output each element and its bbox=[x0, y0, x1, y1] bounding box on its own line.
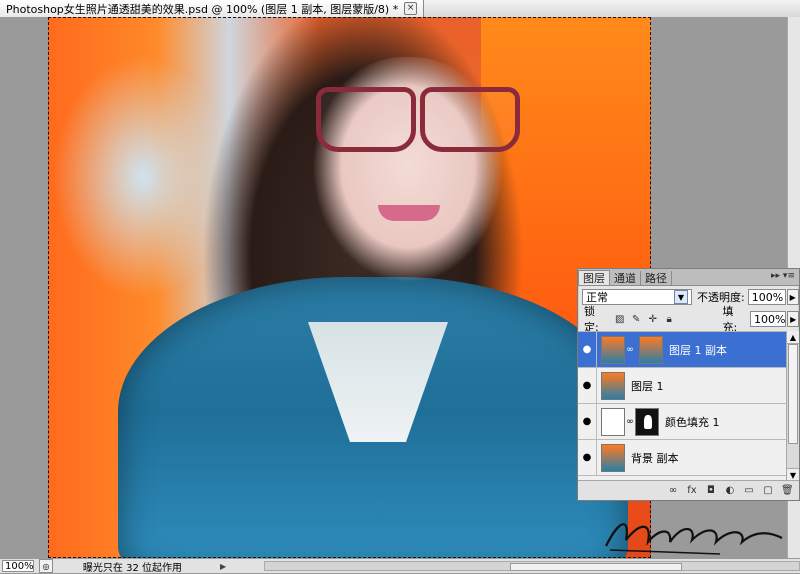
layer-row[interactable]: ● ∞ 图层 1 副本 bbox=[578, 332, 786, 368]
link-icon[interactable]: ∞ bbox=[625, 417, 635, 427]
close-icon[interactable]: × bbox=[404, 2, 418, 15]
status-info-icon[interactable]: ◎ bbox=[39, 559, 53, 573]
scroll-thumb[interactable] bbox=[509, 563, 682, 571]
link-layers-icon[interactable]: ∞ bbox=[667, 485, 679, 496]
eye-icon[interactable]: ● bbox=[578, 368, 597, 403]
lock-all-icon[interactable]: 🔒︎ bbox=[664, 314, 674, 325]
trash-icon[interactable]: 🗑︎ bbox=[781, 485, 794, 496]
fill-layer-thumbnail bbox=[601, 407, 625, 436]
layer-name: 颜色填充 1 bbox=[665, 415, 720, 429]
layer-mask-thumbnail[interactable] bbox=[639, 335, 663, 364]
glasses-right-lens bbox=[420, 87, 520, 152]
layers-panel: 图层 通道 路径 ▸▸ ▾≡ 正常 ▼ 不透明度: 100% ▶ 锁定: ▨ ✎… bbox=[577, 268, 800, 501]
tab-paths[interactable]: 路径 bbox=[641, 271, 672, 285]
panel-menu-icon[interactable]: ▸▸ ▾≡ bbox=[771, 271, 795, 281]
layer-thumbnail bbox=[601, 335, 625, 364]
link-icon[interactable]: ∞ bbox=[625, 345, 635, 355]
photo-canvas[interactable] bbox=[48, 17, 651, 558]
panel-footer: ∞ fx ◘ ◐ ▭ ▢ 🗑︎ bbox=[578, 480, 799, 500]
opacity-slider-arrow[interactable]: ▶ bbox=[786, 289, 799, 305]
new-group-icon[interactable]: ▭ bbox=[743, 485, 755, 496]
lock-brush-icon[interactable]: ✎ bbox=[631, 314, 641, 325]
layer-name: 图层 1 副本 bbox=[669, 343, 727, 357]
document-tab-title: Photoshop女生照片通透甜美的效果.psd @ 100% (图层 1 副本… bbox=[6, 2, 399, 16]
panel-tabs: 图层 通道 路径 ▸▸ ▾≡ bbox=[578, 269, 799, 286]
layer-thumbnail bbox=[601, 371, 625, 400]
document-tab[interactable]: Photoshop女生照片通透甜美的效果.psd @ 100% (图层 1 副本… bbox=[0, 0, 425, 17]
lock-fill-row: 锁定: ▨ ✎ ✛ 🔒︎ 填充: 100% ▶ bbox=[578, 305, 799, 334]
status-info-text: 曝光只在 32 位起作用 bbox=[82, 562, 182, 574]
glasses-left-lens bbox=[316, 87, 416, 152]
new-layer-icon[interactable]: ▢ bbox=[762, 485, 774, 496]
layer-thumbnail bbox=[601, 443, 625, 472]
lock-move-icon[interactable]: ✛ bbox=[647, 314, 657, 325]
layer-list-scrollbar[interactable]: ▲ ▼ bbox=[786, 331, 799, 481]
layer-name: 图层 1 bbox=[631, 379, 664, 393]
layer-list: ● ∞ 图层 1 副本 ● 图层 1 ● ∞ 颜色填充 1 ● 背景 副本 bbox=[578, 331, 786, 482]
zoom-input[interactable]: 100% bbox=[2, 560, 34, 572]
chevron-down-icon: ▼ bbox=[674, 290, 688, 304]
scroll-up-icon[interactable]: ▲ bbox=[787, 331, 799, 344]
fill-slider-arrow[interactable]: ▶ bbox=[787, 311, 799, 327]
horizontal-scrollbar[interactable] bbox=[263, 561, 800, 571]
eye-icon[interactable]: ● bbox=[578, 440, 597, 475]
eye-icon[interactable]: ● bbox=[578, 404, 597, 439]
subject-mouth bbox=[378, 205, 440, 221]
status-menu-arrow[interactable]: ▶ bbox=[220, 562, 230, 571]
blend-opacity-row: 正常 ▼ 不透明度: 100% ▶ bbox=[578, 286, 799, 308]
layer-mask-thumbnail[interactable] bbox=[635, 407, 659, 436]
eye-icon[interactable]: ● bbox=[578, 332, 597, 367]
layer-row[interactable]: ● 背景 副本 bbox=[578, 440, 786, 476]
fx-icon[interactable]: fx bbox=[686, 485, 698, 496]
signature-watermark bbox=[600, 510, 790, 556]
tab-channels[interactable]: 通道 bbox=[610, 271, 641, 285]
status-bar: 100% ◎ 曝光只在 32 位起作用 ▶ bbox=[0, 558, 800, 574]
adjustment-layer-icon[interactable]: ◐ bbox=[724, 485, 736, 496]
scroll-thumb[interactable] bbox=[788, 344, 798, 444]
opacity-input[interactable]: 100% bbox=[747, 289, 786, 305]
document-tab-bar: Photoshop女生照片通透甜美的效果.psd @ 100% (图层 1 副本… bbox=[0, 0, 800, 18]
fill-input[interactable]: 100% bbox=[749, 311, 787, 327]
layer-row[interactable]: ● ∞ 颜色填充 1 bbox=[578, 404, 786, 440]
layer-row[interactable]: ● 图层 1 bbox=[578, 368, 786, 404]
tab-layers[interactable]: 图层 bbox=[578, 270, 610, 285]
layer-name: 背景 副本 bbox=[631, 451, 679, 465]
add-mask-icon[interactable]: ◘ bbox=[705, 485, 717, 496]
lock-transparent-icon[interactable]: ▨ bbox=[615, 314, 625, 325]
